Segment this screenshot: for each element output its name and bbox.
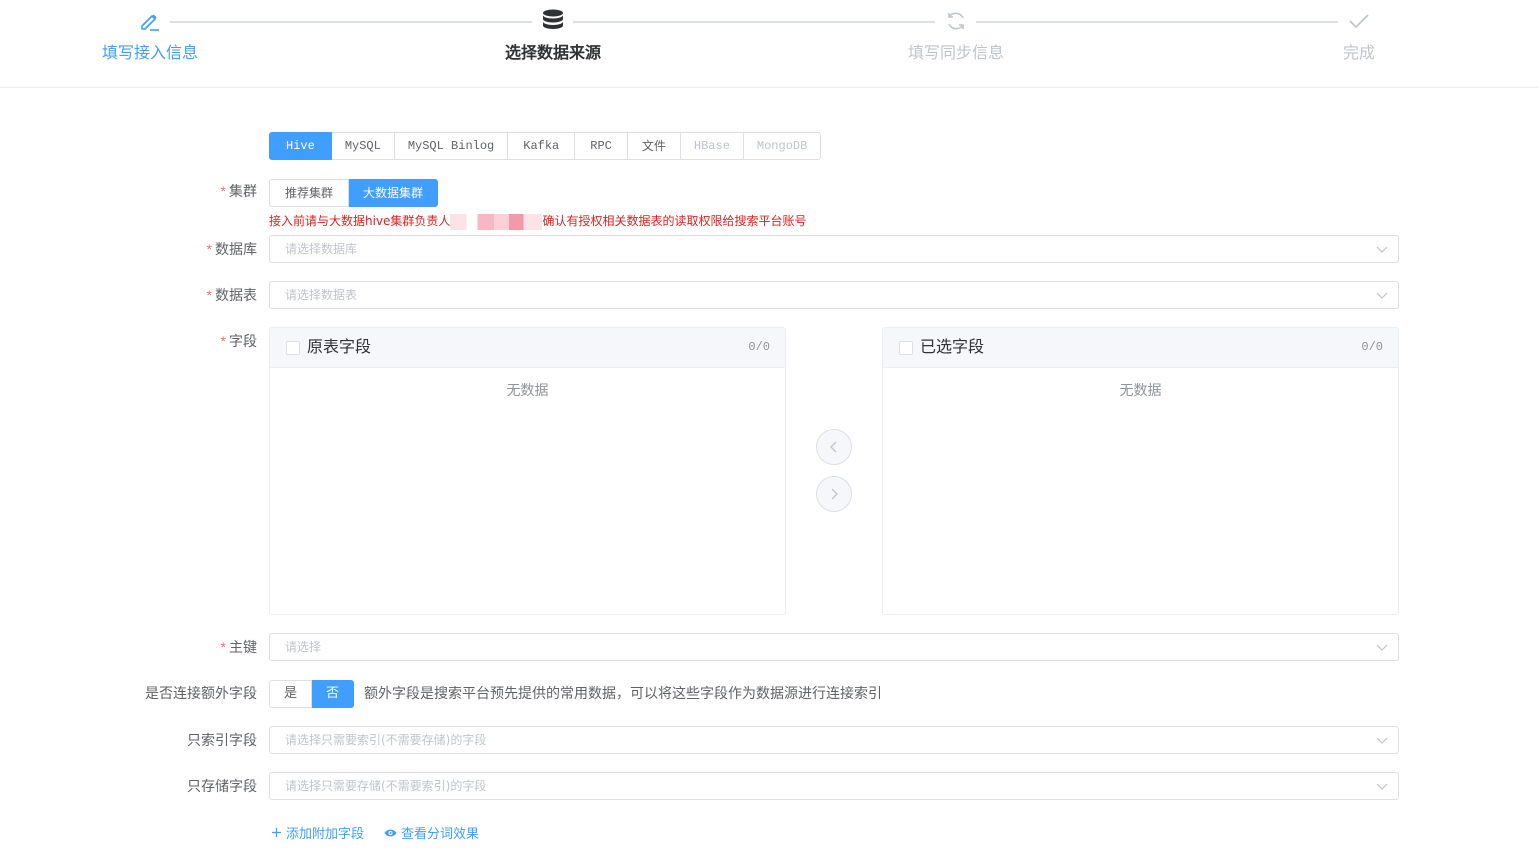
store-only-placeholder: 请选择只需要存储(不需要索引)的字段: [285, 779, 487, 793]
step-title: 填写同步信息: [907, 45, 1004, 62]
tab-mysql[interactable]: MySQL: [331, 132, 395, 160]
move-right-button[interactable]: [816, 476, 852, 512]
cluster-option-recommended[interactable]: 推荐集群: [269, 179, 350, 207]
primary-key-placeholder: 请选择: [285, 640, 322, 654]
chevron-down-icon: [1376, 644, 1388, 651]
database-icon: [540, 8, 566, 34]
cluster-option-bigdata[interactable]: 大数据集群: [349, 179, 439, 207]
extra-fields-label: 是否连接额外字段: [145, 685, 257, 701]
panel-header: 原表字段 0/0: [270, 328, 785, 368]
index-only-placeholder: 请选择只需要索引(不需要存储)的字段: [285, 733, 487, 747]
step-select-data-source: 选择数据来源: [473, 0, 633, 80]
step-fill-sync-info: 填写同步信息: [876, 0, 1036, 80]
extra-option-yes[interactable]: 是: [269, 680, 313, 708]
redacted-name: [450, 213, 543, 230]
chevron-left-icon: [830, 441, 837, 453]
panel-title: 原表字段: [307, 339, 372, 356]
database-select[interactable]: 请选择数据库: [269, 235, 1399, 263]
cluster-label: * 集群: [220, 183, 257, 199]
chevron-down-icon: [1376, 246, 1388, 253]
database-label: * 数据库: [206, 241, 257, 257]
source-type-tabs: Hive MySQL MySQL Binlog Kafka RPC 文件 HBa…: [269, 132, 822, 160]
steps-bar: 填写接入信息 选择数据来源 填写同步信息 完成: [0, 0, 1539, 88]
chevron-down-icon: [1376, 737, 1388, 744]
tab-hive[interactable]: Hive: [269, 132, 332, 160]
eye-icon: [384, 829, 397, 836]
primary-key-select[interactable]: 请选择: [269, 633, 1399, 661]
panel-count: 0/0: [1361, 340, 1383, 354]
tab-mysql-binlog[interactable]: MySQL Binlog: [394, 132, 509, 160]
step-fill-access-info: 填写接入信息: [70, 0, 230, 80]
table-label: * 数据表: [206, 287, 257, 303]
select-all-checkbox[interactable]: [286, 341, 300, 355]
source-fields-panel: 原表字段 0/0 无数据: [269, 327, 786, 615]
tab-file[interactable]: 文件: [627, 132, 681, 160]
primary-key-label: * 主键: [220, 639, 257, 655]
view-tokenize-link[interactable]: 查看分词效果: [384, 823, 479, 842]
chevron-right-icon: [831, 488, 838, 500]
panel-header: 已选字段 0/0: [883, 328, 1398, 368]
add-extra-field-link[interactable]: 添加附加字段: [271, 823, 364, 842]
refresh-icon: [943, 8, 969, 34]
bottom-links: 添加附加字段 查看分词效果: [271, 823, 479, 842]
store-only-select[interactable]: 请选择只需要存储(不需要索引)的字段: [269, 772, 1399, 800]
store-only-label: 只存储字段: [187, 778, 257, 794]
step-title: 填写接入信息: [101, 45, 198, 62]
index-only-label: 只索引字段: [187, 732, 257, 748]
step-title: 完成: [1342, 45, 1375, 62]
extra-fields-note: 额外字段是搜索平台预先提供的常用数据，可以将这些字段作为数据源进行连接索引: [364, 685, 882, 701]
fields-label: * 字段: [220, 333, 257, 349]
extra-option-no[interactable]: 否: [312, 680, 355, 708]
plus-icon: [272, 828, 281, 837]
add-extra-field-label: 添加附加字段: [286, 826, 365, 841]
cluster-warning: 接入前请与大数据hive集群负责人 确认有授权相关数据表的读取权限给搜索平台账号: [269, 213, 807, 230]
tab-kafka[interactable]: Kafka: [508, 132, 576, 160]
extra-fields-selector: 是 否: [269, 680, 355, 708]
move-left-button[interactable]: [816, 429, 852, 465]
empty-text: 无数据: [506, 382, 549, 398]
empty-text: 无数据: [1119, 382, 1162, 398]
tab-hbase: HBase: [680, 132, 744, 160]
selected-fields-panel: 已选字段 0/0 无数据: [882, 327, 1399, 615]
tab-mongodb: MongoDB: [743, 132, 822, 160]
index-only-select[interactable]: 请选择只需要索引(不需要存储)的字段: [269, 726, 1399, 754]
cluster-selector: 推荐集群 大数据集群: [269, 179, 439, 207]
chevron-down-icon: [1376, 783, 1388, 790]
tab-rpc[interactable]: RPC: [575, 132, 628, 160]
step-title: 选择数据来源: [504, 45, 601, 62]
step-finish: 完成: [1279, 0, 1439, 80]
panel-title: 已选字段: [920, 339, 985, 356]
select-all-checkbox[interactable]: [899, 341, 913, 355]
table-select[interactable]: 请选择数据表: [269, 281, 1399, 309]
chevron-down-icon: [1376, 292, 1388, 299]
view-tokenize-label: 查看分词效果: [401, 826, 480, 841]
panel-count: 0/0: [748, 340, 770, 354]
check-icon: [1346, 8, 1372, 34]
table-placeholder: 请选择数据表: [285, 288, 358, 302]
database-placeholder: 请选择数据库: [285, 242, 358, 256]
pencil-icon: [137, 8, 163, 34]
